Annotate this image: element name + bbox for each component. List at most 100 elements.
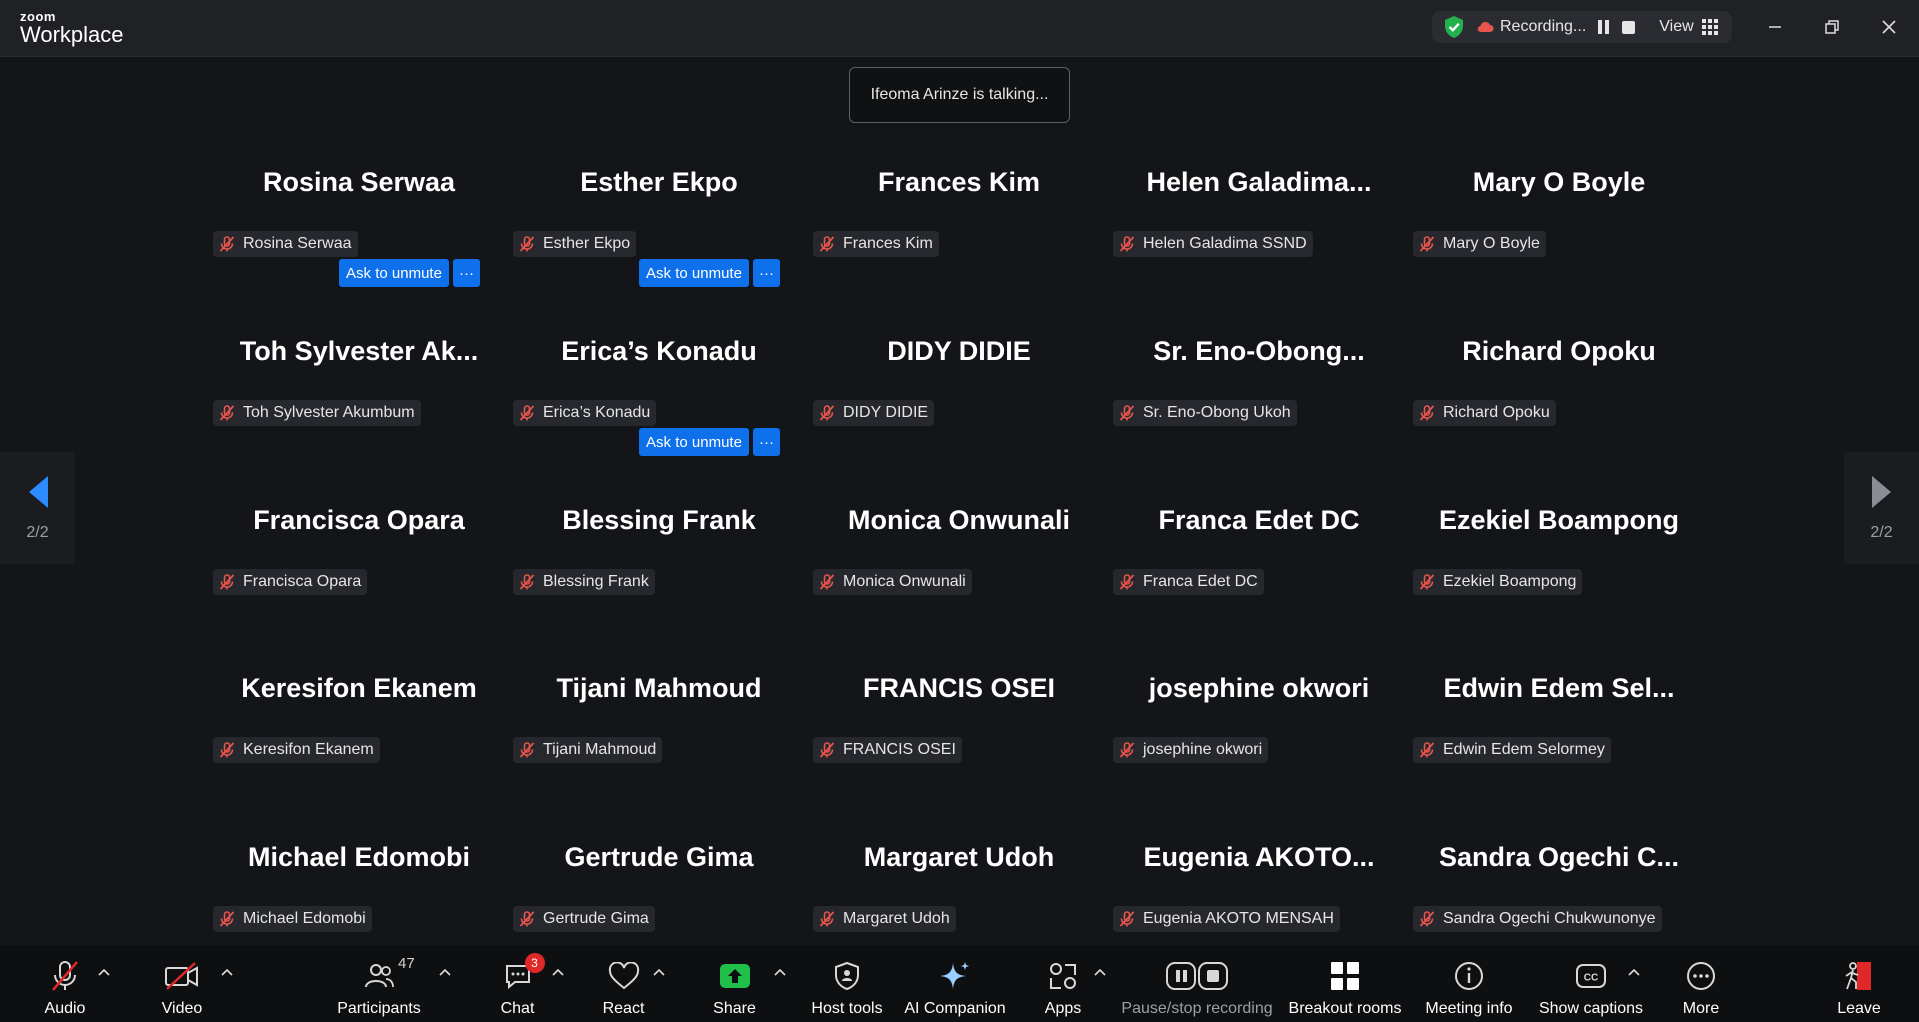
participant-display-name: DIDY DIDIE — [887, 336, 1031, 366]
show-captions-label: Show captions — [1538, 1000, 1644, 1017]
video-options-caret[interactable] — [220, 965, 234, 979]
participants-options-caret[interactable] — [438, 965, 452, 979]
participant-tile[interactable]: Richard Opoku Richard Opoku — [1409, 313, 1709, 482]
audio-button[interactable]: Audio — [40, 945, 90, 1022]
pause-recording-button[interactable] — [1598, 20, 1610, 34]
participant-tile[interactable]: Keresifon Ekanem Keresifon Ekanem — [209, 650, 509, 819]
encryption-shield-icon[interactable] — [1442, 15, 1466, 39]
ask-to-unmute-button[interactable]: Ask to unmute — [339, 259, 449, 287]
participant-tile[interactable]: Monica Onwunali Monica Onwunali — [809, 482, 1109, 651]
participant-name: Tijani Mahmoud — [543, 741, 657, 758]
audio-label: Audio — [44, 1000, 86, 1017]
show-captions-button[interactable]: CC Show captions — [1538, 945, 1644, 1022]
participant-tile[interactable]: Rosina Serwaa Rosina Serwaa Ask to unmute ·… — [209, 144, 509, 313]
participant-name-label: Monica Onwunali — [813, 569, 972, 595]
participant-tile[interactable]: Mary O Boyle Mary O Boyle — [1409, 144, 1709, 313]
apps-label: Apps — [1044, 1000, 1082, 1017]
participant-name-label: Ezekiel Boampong — [1413, 569, 1583, 595]
apps-options-caret[interactable] — [1093, 965, 1107, 979]
participant-tile[interactable]: Toh Sylvester Ak... Toh Sylvester Akumbum — [209, 313, 509, 482]
tile-more-options-button[interactable]: ··· — [453, 259, 480, 287]
apps-button[interactable]: Apps — [1043, 945, 1083, 1022]
participant-tile[interactable]: Erica’s Konadu Erica’s Konadu Ask to unmut… — [509, 313, 809, 482]
view-label: View — [1659, 18, 1694, 35]
host-tools-button[interactable]: Host tools — [811, 945, 883, 1022]
participant-tile[interactable]: Tijani Mahmoud Tijani Mahmoud — [509, 650, 809, 819]
cloud-recording-icon — [1476, 20, 1494, 34]
view-button[interactable]: View — [1659, 18, 1718, 36]
ai-companion-button[interactable]: AI Companion — [904, 945, 1006, 1022]
previous-page-button[interactable]: 2/2 — [0, 452, 75, 564]
video-button[interactable]: Video — [157, 945, 207, 1022]
arrow-left-icon — [28, 476, 48, 508]
participant-display-name: josephine okwori — [1148, 673, 1370, 703]
more-button[interactable]: More — [1680, 945, 1722, 1022]
react-button[interactable]: React — [601, 945, 646, 1022]
participant-tile[interactable]: Franca Edet DC Franca Edet DC — [1109, 482, 1409, 651]
muted-mic-icon — [1117, 234, 1137, 254]
muted-mic-icon — [517, 740, 537, 760]
chat-options-caret[interactable] — [551, 965, 565, 979]
audio-options-caret[interactable] — [97, 965, 111, 979]
share-options-caret[interactable] — [773, 965, 787, 979]
more-ellipsis-icon — [1685, 957, 1717, 995]
meeting-info-button[interactable]: Meeting info — [1424, 945, 1514, 1022]
close-button[interactable] — [1876, 14, 1902, 40]
participant-tile[interactable]: Edwin Edem Sel... Edwin Edem Selormey — [1409, 650, 1709, 819]
leave-button[interactable]: Leave — [1837, 945, 1881, 1022]
tile-more-options-button[interactable]: ··· — [753, 428, 780, 456]
next-page-button[interactable]: 2/2 — [1844, 452, 1919, 564]
participant-name: Frances Kim — [843, 235, 933, 252]
captions-options-caret[interactable] — [1627, 965, 1641, 979]
participant-name: Sr. Eno-Obong Ukoh — [1143, 404, 1291, 421]
breakout-rooms-button[interactable]: Breakout rooms — [1288, 945, 1402, 1022]
participant-tile[interactable]: Francisca Opara Francisca Opara — [209, 482, 509, 651]
restore-button[interactable] — [1819, 14, 1845, 40]
participants-icon: 47 — [364, 955, 415, 995]
participant-name: Helen Galadima SSND — [1143, 235, 1307, 252]
participant-name-label: Edwin Edem Selormey — [1413, 737, 1611, 763]
muted-mic-icon — [1417, 909, 1437, 929]
participant-tile[interactable]: Esther Ekpo Esther Ekpo Ask to unmute ··· — [509, 144, 809, 313]
participant-tile[interactable]: Ezekiel Boampong Ezekiel Boampong — [1409, 482, 1709, 651]
muted-mic-icon — [1417, 403, 1437, 423]
participant-display-name: Sr. Eno-Obong... — [1153, 336, 1365, 366]
participant-tile[interactable]: DIDY DIDIE DIDY DIDIE — [809, 313, 1109, 482]
participant-tile[interactable]: Helen Galadima... Helen Galadima SSND — [1109, 144, 1409, 313]
video-label: Video — [161, 1000, 203, 1017]
participant-tile[interactable]: FRANCIS OSEI FRANCIS OSEI — [809, 650, 1109, 819]
participants-button[interactable]: 47 Participants — [336, 945, 422, 1022]
ask-to-unmute-button[interactable]: Ask to unmute — [639, 259, 749, 287]
participant-name: josephine okwori — [1143, 741, 1263, 758]
stop-recording-button[interactable] — [1622, 20, 1636, 34]
title-bar: zoom Workplace Recording... View — [0, 0, 1919, 57]
participant-name-label: Gertrude Gima — [513, 906, 655, 932]
participant-tile[interactable]: Blessing Frank Blessing Frank — [509, 482, 809, 651]
breakout-rooms-label: Breakout rooms — [1288, 1000, 1402, 1017]
participant-tile[interactable]: Sr. Eno-Obong... Sr. Eno-Obong Ukoh — [1109, 313, 1409, 482]
participant-tile[interactable]: josephine okwori josephine okwori — [1109, 650, 1409, 819]
muted-mic-icon — [1417, 740, 1437, 760]
leave-label: Leave — [1837, 1000, 1881, 1017]
tile-more-options-button[interactable]: ··· — [753, 259, 780, 287]
minimize-button[interactable] — [1762, 14, 1788, 40]
participant-display-name: Frances Kim — [877, 167, 1041, 197]
participant-name: Franca Edet DC — [1143, 573, 1258, 590]
react-options-caret[interactable] — [652, 965, 666, 979]
app-logo: zoom Workplace — [20, 10, 124, 46]
participant-name-label: Blessing Frank — [513, 569, 655, 595]
participant-display-name: Margaret Udoh — [863, 842, 1055, 872]
pause-stop-recording-button[interactable]: Pause/stop recording — [1121, 945, 1273, 1022]
video-off-icon — [164, 957, 200, 995]
muted-mic-icon — [1117, 909, 1137, 929]
share-button[interactable]: Share — [712, 945, 757, 1022]
info-icon — [1453, 957, 1485, 995]
participant-name: Erica’s Konadu — [543, 404, 651, 421]
ask-to-unmute-button[interactable]: Ask to unmute — [639, 428, 749, 456]
participant-tile[interactable]: Frances Kim Frances Kim — [809, 144, 1109, 313]
muted-mic-icon — [1117, 572, 1137, 592]
participant-display-name: Tijani Mahmoud — [556, 673, 762, 703]
muted-mic-icon — [217, 909, 237, 929]
participant-display-name: Sandra Ogechi C... — [1438, 842, 1680, 872]
chat-button[interactable]: 3 Chat — [495, 945, 545, 1022]
